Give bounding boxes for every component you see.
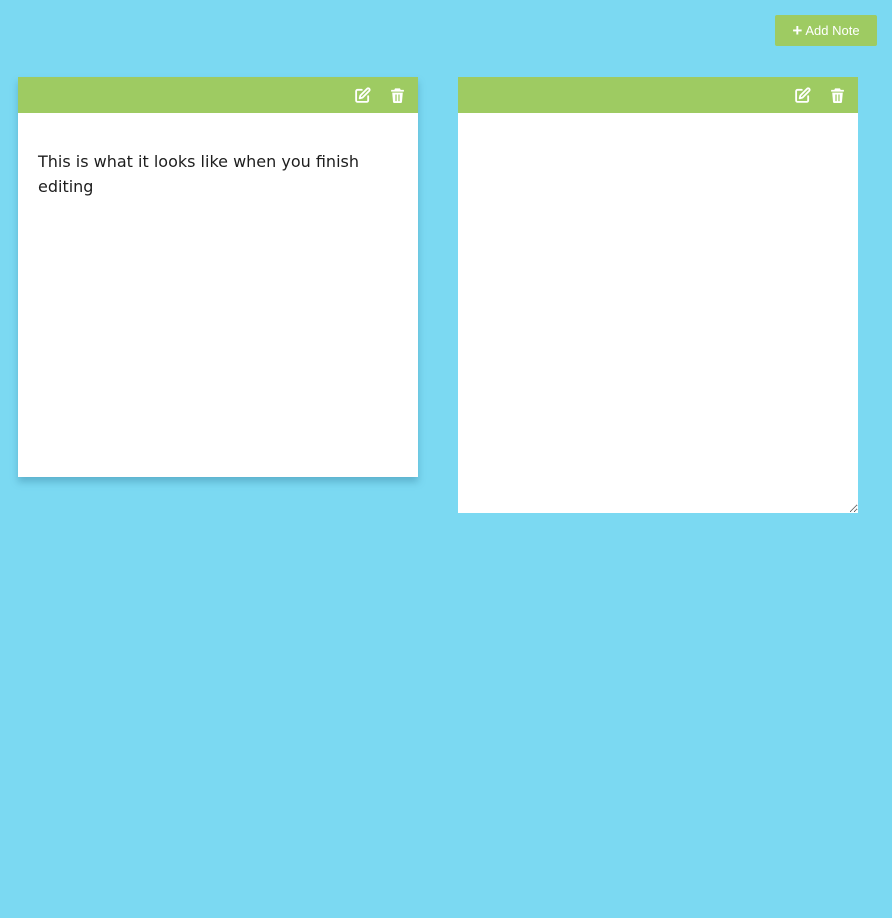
plus-icon: + xyxy=(792,20,803,40)
add-note-button[interactable]: + Add Note xyxy=(775,15,877,46)
note-textarea[interactable] xyxy=(458,113,858,513)
edit-icon[interactable] xyxy=(354,86,371,104)
note-card xyxy=(458,77,858,513)
note-card: This is what it looks like when you fini… xyxy=(18,77,418,477)
trash-icon[interactable] xyxy=(389,87,406,104)
note-header xyxy=(458,77,858,113)
note-text[interactable]: This is what it looks like when you fini… xyxy=(18,113,418,219)
trash-icon[interactable] xyxy=(829,87,846,104)
note-header xyxy=(18,77,418,113)
add-note-label: Add Note xyxy=(805,23,860,38)
edit-icon[interactable] xyxy=(794,86,811,104)
